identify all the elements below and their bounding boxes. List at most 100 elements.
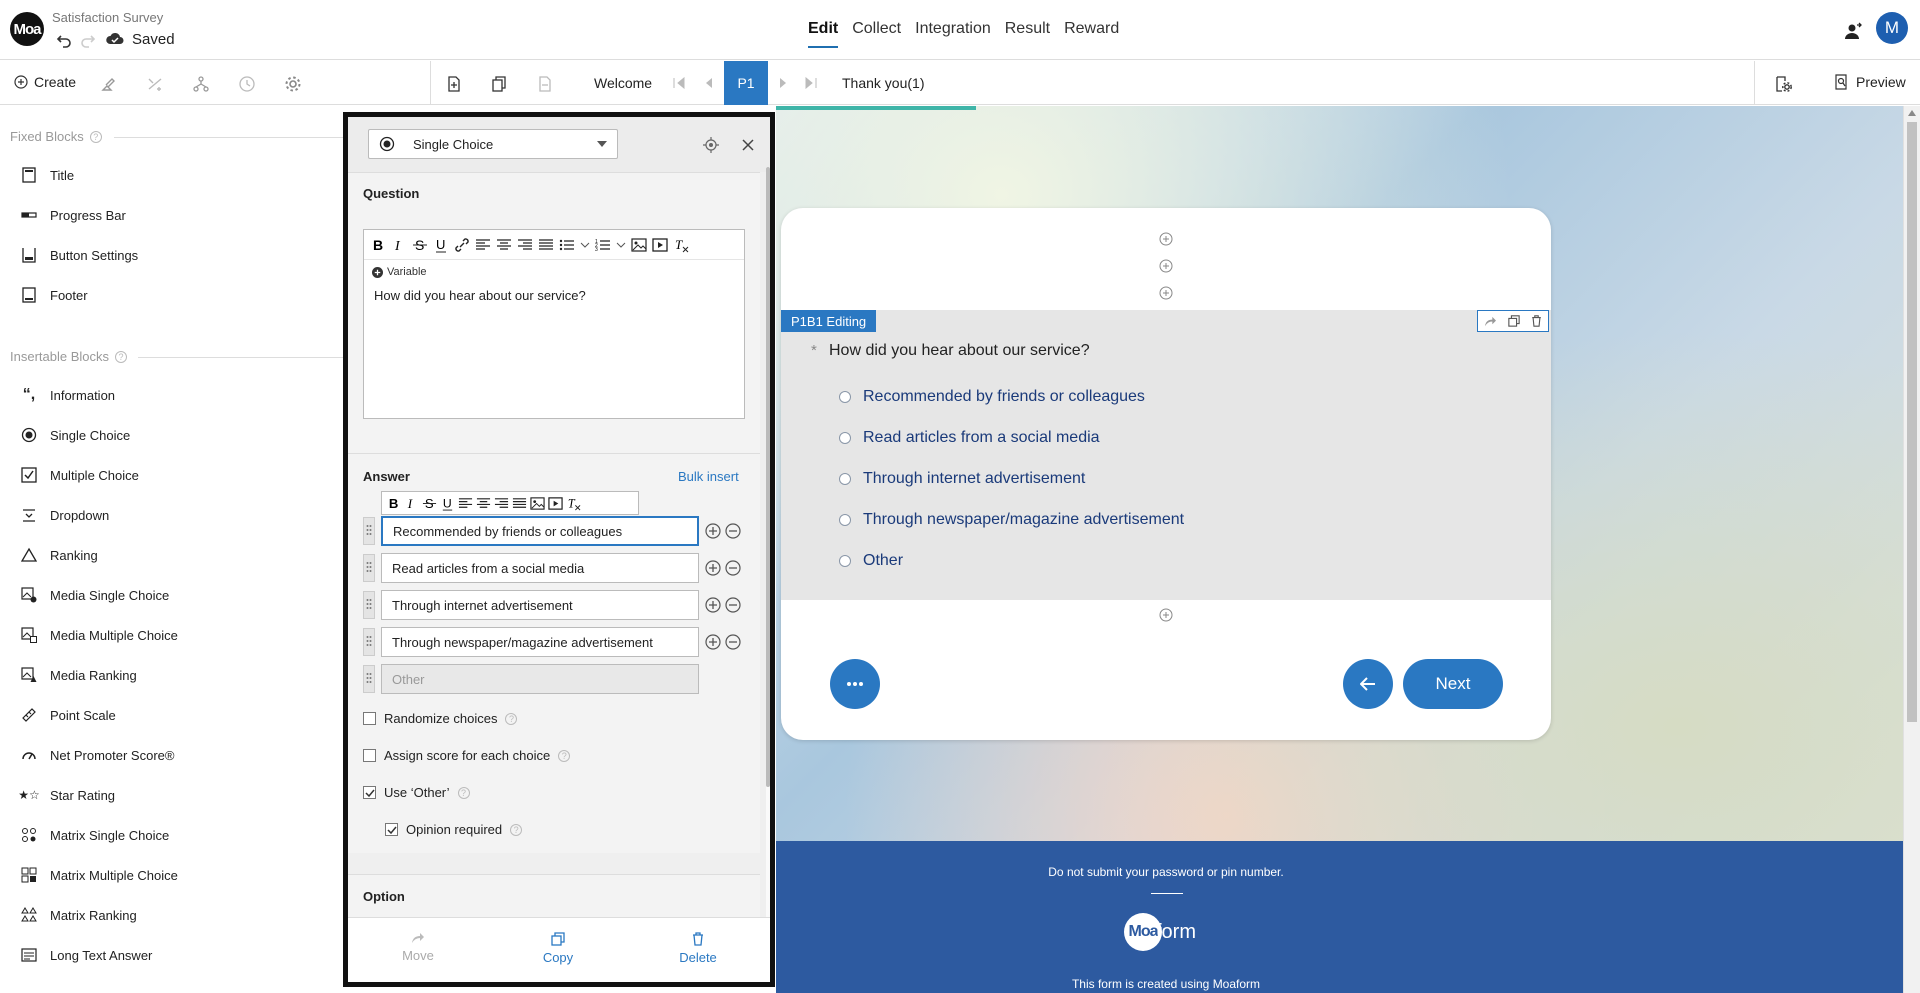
add-circle-icon[interactable] — [705, 634, 721, 650]
prev-page-icon[interactable] — [704, 77, 714, 89]
checkbox[interactable] — [363, 712, 376, 725]
chevron-down-icon[interactable] — [616, 237, 626, 253]
radio-button[interactable] — [839, 555, 851, 567]
sidebar-item-matrix-ranking[interactable]: Matrix Ranking — [20, 906, 137, 924]
answer-input[interactable]: Read articles from a social media — [381, 553, 699, 583]
page-settings-icon[interactable] — [1774, 75, 1792, 93]
sidebar-item-media-single-choice[interactable]: Media Single Choice — [20, 586, 169, 604]
nav-integration[interactable]: Integration — [915, 20, 991, 48]
image-icon[interactable] — [530, 496, 545, 511]
canvas-scrollbar[interactable] — [1903, 106, 1920, 993]
align-justify-icon[interactable] — [538, 237, 554, 253]
sidebar-item-ranking[interactable]: Ranking — [20, 546, 98, 564]
add-circle-icon[interactable] — [705, 523, 721, 539]
sidebar-item-matrix-single-choice[interactable]: Matrix Single Choice — [20, 826, 169, 844]
nav-collect[interactable]: Collect — [852, 20, 901, 48]
scrollbar-thumb[interactable] — [766, 167, 770, 787]
align-left-icon[interactable] — [475, 237, 491, 253]
page-thank-you[interactable]: Thank you(1) — [842, 75, 924, 91]
insert-variable-button[interactable]: Variable — [364, 260, 744, 284]
add-circle-icon[interactable] — [705, 560, 721, 576]
image-icon[interactable] — [631, 237, 647, 253]
sidebar-item-progress-bar[interactable]: Progress Bar — [20, 206, 126, 224]
strikethrough-icon[interactable]: S — [412, 237, 428, 253]
survey-title[interactable]: Satisfaction Survey — [52, 10, 163, 25]
add-page-icon[interactable] — [445, 75, 463, 93]
sidebar-item-multiple-choice[interactable]: Multiple Choice — [20, 466, 139, 484]
align-right-icon[interactable] — [494, 496, 509, 511]
align-right-icon[interactable] — [517, 237, 533, 253]
drag-handle-icon[interactable] — [363, 591, 375, 619]
sidebar-item-information[interactable]: “, Information — [20, 386, 115, 404]
move-button[interactable]: Move — [378, 932, 458, 963]
bulk-insert-link[interactable]: Bulk insert — [678, 469, 739, 484]
sidebar-item-footer[interactable]: Footer — [20, 286, 88, 304]
align-left-icon[interactable] — [458, 496, 473, 511]
logic-icon[interactable] — [146, 75, 164, 93]
video-icon[interactable] — [548, 496, 563, 511]
copy-icon[interactable] — [1508, 315, 1520, 327]
radio-button[interactable] — [839, 473, 851, 485]
sidebar-item-dropdown[interactable]: Dropdown — [20, 506, 109, 524]
trash-icon[interactable] — [1531, 315, 1542, 327]
page-p1[interactable]: P1 — [724, 61, 768, 105]
checkbox-checked[interactable] — [363, 786, 376, 799]
video-icon[interactable] — [652, 237, 668, 253]
numbered-list-icon[interactable]: 123 — [595, 237, 611, 253]
answer-input[interactable]: Through newspaper/magazine advertisement — [381, 627, 699, 657]
remove-circle-icon[interactable] — [725, 560, 741, 576]
question-type-select[interactable]: Single Choice — [368, 129, 618, 159]
moaform-logo[interactable]: Moa — [10, 12, 44, 46]
bold-icon[interactable]: B — [370, 237, 386, 253]
remove-circle-icon[interactable] — [725, 523, 741, 539]
nav-edit[interactable]: Edit — [808, 20, 839, 48]
preview-button[interactable]: Preview — [1834, 74, 1906, 90]
align-center-icon[interactable] — [476, 496, 491, 511]
drag-handle-icon[interactable] — [363, 517, 375, 545]
sidebar-item-button-settings[interactable]: Button Settings — [20, 246, 138, 264]
help-icon[interactable]: ? — [115, 350, 127, 363]
assign-score-option[interactable]: Assign score for each choice? — [363, 748, 571, 763]
next-button[interactable]: Next — [1403, 659, 1503, 709]
add-block-icon[interactable] — [1159, 608, 1173, 622]
history-icon[interactable] — [238, 75, 256, 93]
last-page-icon[interactable] — [804, 77, 818, 89]
undo-icon[interactable] — [56, 32, 72, 48]
sidebar-item-title[interactable]: Title — [20, 166, 74, 184]
checkbox-checked[interactable] — [385, 823, 398, 836]
gear-icon[interactable] — [284, 75, 302, 93]
help-icon[interactable]: ? — [89, 130, 102, 143]
sidebar-item-nps[interactable]: Net Promoter Score® — [20, 746, 174, 764]
link-icon[interactable] — [454, 237, 470, 253]
bold-icon[interactable]: B — [386, 496, 401, 511]
answer-input[interactable]: Recommended by friends or colleagues — [381, 516, 699, 546]
remove-circle-icon[interactable] — [725, 634, 741, 650]
use-other-option[interactable]: Use ‘Other’? — [363, 785, 470, 800]
help-icon[interactable]: ? — [505, 712, 518, 725]
sidebar-item-matrix-multiple-choice[interactable]: Matrix Multiple Choice — [20, 866, 178, 884]
clear-format-icon[interactable]: T — [566, 496, 581, 511]
add-block-icon[interactable] — [1159, 232, 1173, 246]
close-icon[interactable] — [741, 138, 755, 152]
locate-icon[interactable] — [703, 137, 719, 153]
user-avatar[interactable]: M — [1876, 12, 1908, 44]
checkbox[interactable] — [363, 749, 376, 762]
scroll-up-icon[interactable] — [1908, 110, 1916, 116]
clear-format-icon[interactable]: T — [673, 237, 689, 253]
choice-option[interactable]: Through newspaper/magazine advertisement — [839, 511, 1184, 529]
option-heading[interactable]: Option — [363, 889, 405, 904]
help-icon[interactable]: ? — [558, 749, 571, 762]
question-text-field[interactable]: How did you hear about our service? — [364, 284, 744, 307]
remove-circle-icon[interactable] — [725, 597, 741, 613]
sidebar-item-star-rating[interactable]: ★☆ Star Rating — [18, 786, 115, 804]
opinion-required-option[interactable]: Opinion required? — [385, 822, 523, 837]
back-button[interactable] — [1343, 659, 1393, 709]
radio-button[interactable] — [839, 391, 851, 403]
italic-icon[interactable]: I — [391, 237, 407, 253]
choice-option-other[interactable]: Other — [839, 552, 903, 570]
radio-button[interactable] — [839, 432, 851, 444]
chevron-down-icon[interactable] — [580, 237, 590, 253]
add-block-icon[interactable] — [1159, 259, 1173, 273]
create-button[interactable]: Create — [14, 74, 76, 90]
help-icon[interactable]: ? — [457, 786, 470, 799]
